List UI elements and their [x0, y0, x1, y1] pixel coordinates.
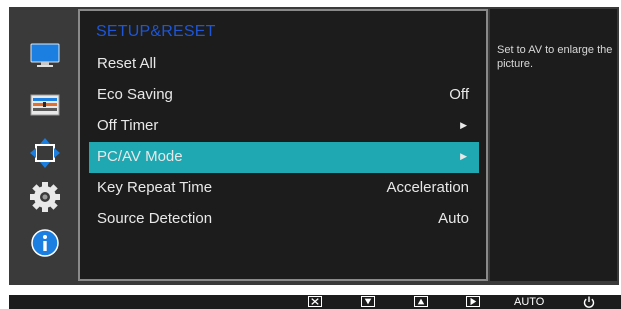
- menu-item-label: PC/AV Mode: [97, 148, 183, 165]
- chevron-right-icon: ▶: [460, 120, 467, 130]
- auto-button[interactable]: AUTO: [514, 296, 544, 308]
- menu-item-label: Source Detection: [97, 210, 213, 227]
- info-icon[interactable]: [29, 227, 61, 259]
- resize-arrows-icon[interactable]: [29, 137, 61, 169]
- bottom-button-bar: AUTO: [9, 295, 621, 309]
- menu-item-value: Acceleration: [386, 179, 469, 196]
- color-bars-icon[interactable]: [29, 89, 61, 121]
- arrow-down-icon[interactable]: [361, 296, 375, 307]
- osd-window: SETUP&RESET Reset All Eco Saving Off Off…: [9, 7, 619, 285]
- menu-list: Reset All Eco Saving Off Off Timer ▶ PC/…: [89, 49, 479, 235]
- description-text: Set to AV to enlarge the picture.: [497, 44, 613, 70]
- chevron-right-icon: ▶: [460, 151, 467, 161]
- menu-item-off-timer[interactable]: Off Timer ▶: [89, 111, 479, 142]
- menu-item-label: Key Repeat Time: [97, 179, 213, 196]
- menu-item-reset-all[interactable]: Reset All: [89, 49, 479, 80]
- menu-item-key-repeat-time[interactable]: Key Repeat Time Acceleration: [89, 173, 479, 204]
- power-icon[interactable]: [582, 296, 596, 308]
- menu-item-label: Eco Saving: [97, 86, 173, 103]
- arrow-right-icon[interactable]: [466, 296, 480, 307]
- menu-item-pc-av-mode[interactable]: PC/AV Mode ▶: [89, 142, 479, 173]
- menu-item-eco-saving[interactable]: Eco Saving Off: [89, 80, 479, 111]
- arrow-up-icon[interactable]: [414, 296, 428, 307]
- monitor-icon[interactable]: [29, 40, 61, 72]
- menu-item-label: Off Timer: [97, 117, 159, 134]
- menu-title: SETUP&RESET: [96, 23, 216, 40]
- setup-reset-menu: SETUP&RESET Reset All Eco Saving Off Off…: [78, 9, 488, 281]
- menu-item-value: Off: [449, 86, 469, 103]
- menu-item-value: Auto: [438, 210, 469, 227]
- menu-item-source-detection[interactable]: Source Detection Auto: [89, 204, 479, 235]
- sidebar: [9, 7, 78, 285]
- settings-gear-icon[interactable]: [29, 181, 61, 213]
- menu-item-label: Reset All: [97, 55, 157, 72]
- description-panel: Set to AV to enlarge the picture.: [490, 9, 617, 281]
- close-icon[interactable]: [308, 296, 322, 307]
